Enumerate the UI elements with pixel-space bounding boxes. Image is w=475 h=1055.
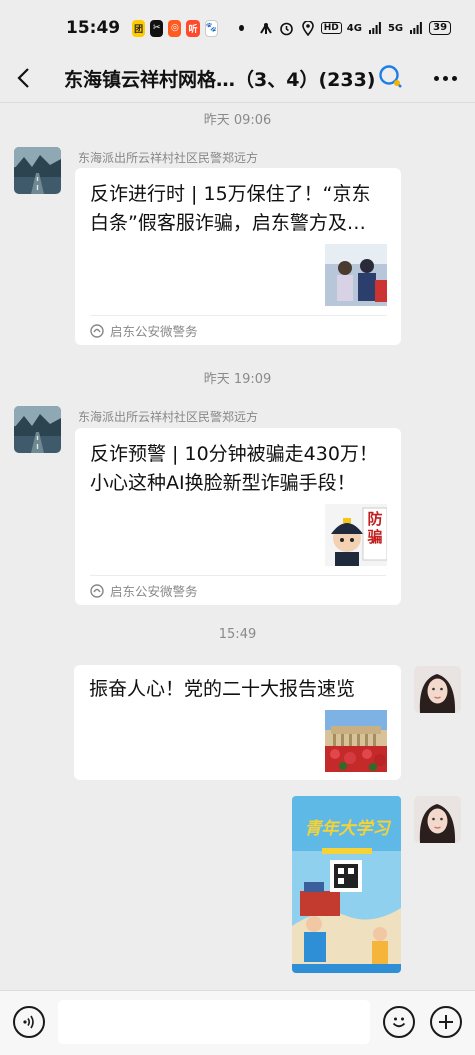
timestamp: 昨天 19:09 [203, 372, 272, 387]
location-icon [300, 20, 316, 36]
article-thumbnail [325, 244, 387, 306]
input-bar [0, 990, 475, 1055]
notification-dot-icon [239, 25, 244, 31]
more-options-button[interactable] [434, 56, 457, 100]
status-indicators: HD 4G 5G 39 [258, 20, 452, 36]
chat-title: 东海镇云祥村网格…（3、4）(233) [64, 68, 376, 91]
alarm-icon [279, 21, 295, 35]
capcut-app-icon: ✂ [150, 19, 164, 37]
baidu-app-icon: 🐾 [204, 19, 219, 37]
status-bar: 15:49 团 ✂ ◎ 听 🐾 HD 4G 5G 39 [0, 0, 475, 56]
avatar[interactable] [414, 666, 461, 713]
listen-app-icon: 听 [186, 19, 200, 37]
emoji-button[interactable] [383, 1006, 415, 1038]
emoji-icon [392, 1017, 406, 1028]
status-time: 15:49 [66, 18, 121, 38]
article-source: 启东公安微警务 [90, 575, 386, 605]
xiaohongshu-app-icon: ◎ [168, 19, 182, 37]
dot-icon [443, 75, 448, 81]
article-title: 反诈预警 | 10分钟被骗走430万！小心这种AI换脸新型诈骗手段！ [90, 443, 378, 494]
signal-icon [367, 21, 383, 35]
source-label: 启东公安微警务 [110, 324, 198, 339]
avatar[interactable] [414, 796, 461, 843]
chevron-left-icon [17, 68, 29, 88]
plus-button[interactable] [430, 1006, 462, 1038]
signal-2-icon [408, 21, 424, 35]
sender-name: 东海派出所云祥村社区民警郑远方 [78, 151, 259, 165]
mini-program-icon [90, 583, 104, 598]
article-title: 反诈进行时 | 15万保住了！“京东白条”假客服诈骗，启东警方及… [90, 183, 371, 234]
plus-icon [439, 1015, 453, 1029]
article-title: 振奋人心！党的二十大报告速览 [89, 678, 356, 700]
article-source: 启东公安微警务 [90, 315, 386, 345]
dot-icon [452, 75, 457, 81]
article-card[interactable]: 反诈进行时 | 15万保住了！“京东白条”假客服诈骗，启东警方及… 启东公安微警… [75, 168, 401, 345]
voice-button[interactable] [13, 1006, 45, 1038]
avatar[interactable] [14, 406, 61, 453]
article-thumbnail [325, 710, 387, 772]
image-message[interactable]: 青年大学习 [292, 796, 401, 973]
voice-icon [23, 1015, 34, 1029]
article-thumbnail: 防骗 [325, 504, 387, 566]
timestamp: 昨天 09:06 [203, 113, 272, 128]
source-label: 启东公安微警务 [110, 584, 198, 599]
article-card[interactable]: 反诈预警 | 10分钟被骗走430万！小心这种AI换脸新型诈骗手段！ 防骗 启东… [75, 428, 401, 605]
article-card[interactable]: 振奋人心！党的二十大报告速览 [74, 665, 401, 780]
sender-name: 东海派出所云祥村社区民警郑远方 [78, 410, 259, 424]
dot-icon [434, 75, 439, 81]
poster-title: 青年大学习 [304, 819, 390, 839]
mini-program-icon [90, 323, 104, 338]
hotspot-icon [258, 21, 274, 35]
avatar[interactable] [14, 147, 61, 194]
network-4g-label: 4G [346, 22, 362, 34]
network-5g-label: 5G [387, 22, 404, 34]
header-divider [0, 102, 475, 103]
chat-search-icon[interactable] [378, 64, 404, 94]
thumb-label: 防骗 [367, 510, 383, 546]
timestamp: 15:49 [218, 627, 257, 642]
battery-indicator: 39 [429, 21, 452, 35]
meituan-app-icon: 团 [132, 19, 146, 37]
message-input[interactable] [58, 1000, 370, 1044]
hd-badge: HD [320, 22, 342, 34]
back-button[interactable] [0, 56, 46, 100]
